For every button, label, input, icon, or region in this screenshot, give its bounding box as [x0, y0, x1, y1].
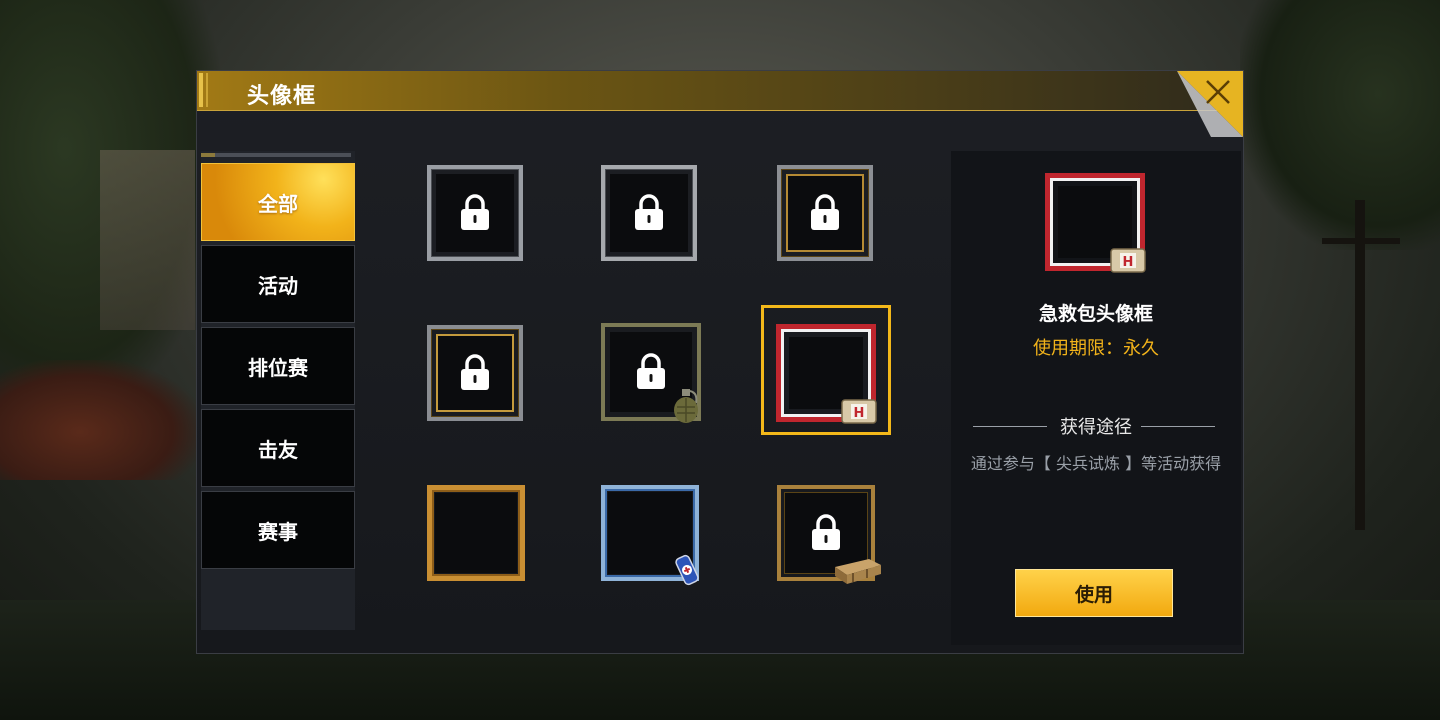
ammo-crate-icon: [835, 559, 881, 584]
svg-text:H: H: [1123, 255, 1134, 270]
avatar-frame-9[interactable]: [777, 485, 881, 584]
avatar-frame-5[interactable]: [601, 323, 701, 423]
item-duration: 使用期限：永久: [1033, 338, 1159, 359]
item-name: 急救包头像框: [1038, 303, 1153, 325]
dialog-title: 头像框: [247, 84, 317, 109]
tab-events[interactable]: 活动: [201, 245, 355, 323]
background-utility-pole-crossbar: [1322, 238, 1400, 244]
grenade-icon: [674, 389, 698, 423]
lock-icon: [812, 514, 840, 550]
divider-line-right: [1141, 426, 1215, 427]
avatar-frame-dialog: 头像框 全部 活动 排位赛 击友 赛事 H H 急救包头像框 使用期限：永久 获…: [196, 70, 1244, 654]
avatar-frame-6[interactable]: H: [776, 324, 877, 424]
tab-friends[interactable]: 击友: [201, 409, 355, 487]
sidebar-scroll-indicator: [201, 153, 351, 157]
category-sidebar: 全部 活动 排位赛 击友 赛事: [201, 151, 355, 630]
avatar-frame-7[interactable]: [427, 485, 525, 581]
background-car: [0, 360, 200, 480]
frame-preview: H: [1045, 173, 1146, 273]
frame-interior: [435, 493, 517, 573]
tab-ranked[interactable]: 排位赛: [201, 327, 355, 405]
avatar-frame-3[interactable]: [777, 165, 873, 261]
lock-icon: [461, 194, 489, 230]
title-bar: 头像框: [197, 71, 1243, 111]
lock-icon: [635, 194, 663, 230]
lock-icon: [811, 194, 839, 230]
first-aid-kit-icon: H: [1110, 248, 1146, 273]
tab-tournament[interactable]: 赛事: [201, 491, 355, 569]
first-aid-kit-icon: H: [841, 399, 877, 424]
close-x-icon[interactable]: [1177, 71, 1243, 137]
close-button[interactable]: [1177, 71, 1243, 137]
avatar-frame-1[interactable]: [427, 165, 523, 261]
energy-drink-icon: [675, 554, 699, 586]
title-stripe-secondary: [206, 73, 208, 107]
svg-text:H: H: [854, 406, 865, 421]
avatar-frame-4[interactable]: [427, 325, 523, 421]
title-stripe: [199, 73, 203, 107]
background-utility-pole: [1355, 200, 1365, 530]
background-building: [100, 150, 195, 330]
lock-icon: [461, 354, 489, 390]
avatar-frame-8[interactable]: [601, 485, 699, 586]
lock-icon: [637, 353, 665, 389]
use-button[interactable]: 使用: [1015, 569, 1173, 617]
avatar-frame-2[interactable]: [601, 165, 697, 261]
source-description: 通过参与【 尖兵试炼 】等活动获得: [970, 454, 1222, 473]
frame-detail-panel: H 急救包头像框 使用期限：永久 获得途径 通过参与【 尖兵试炼 】等活动获得 …: [951, 151, 1241, 645]
preview-first-aid-frame: H: [1045, 173, 1146, 273]
background-tree-right: [1240, 0, 1440, 250]
tab-all[interactable]: 全部: [201, 163, 355, 241]
